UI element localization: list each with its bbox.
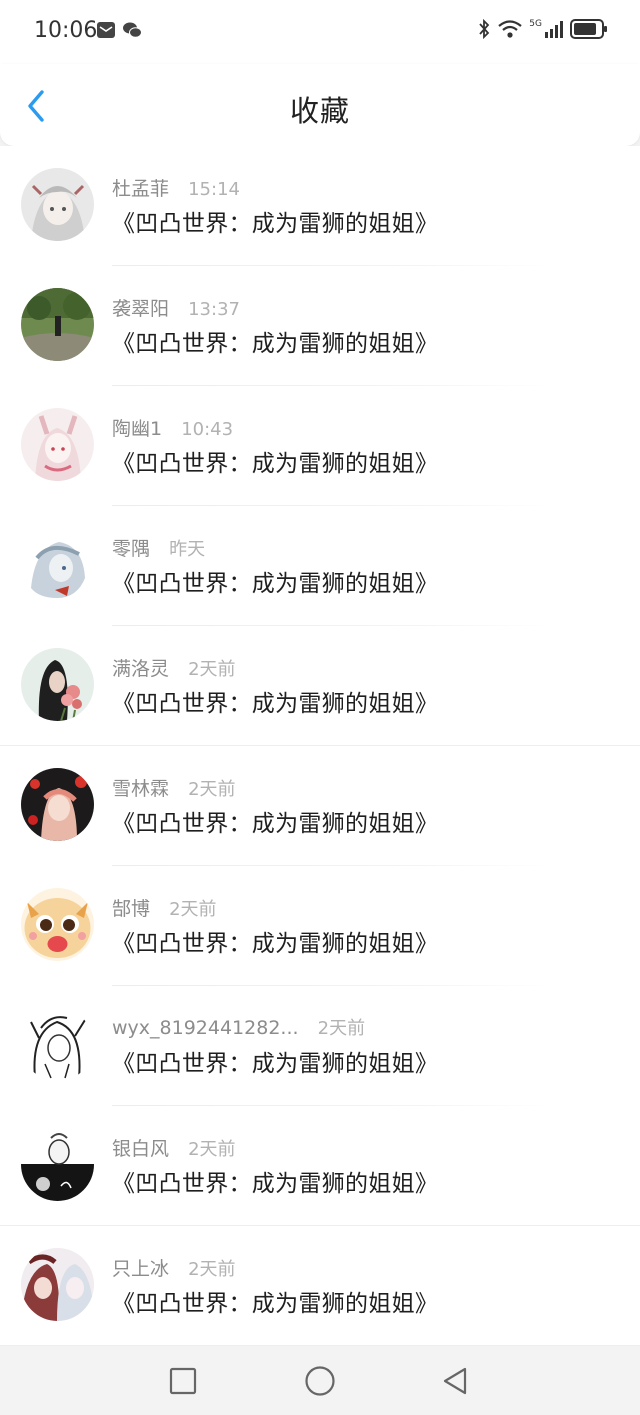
recent-apps-button[interactable] — [165, 1363, 201, 1399]
favorite-item[interactable]: 雪林霖 2天前 《凹凸世界：成为雷狮的姐姐》 — [0, 746, 640, 866]
item-title: 《凹凸世界：成为雷狮的姐姐》 — [112, 931, 439, 957]
avatar[interactable] — [21, 1008, 94, 1081]
status-time: 10:06 — [34, 18, 98, 43]
item-title: 《凹凸世界：成为雷狮的姐姐》 — [112, 1051, 439, 1077]
item-time: 2天前 — [317, 1018, 366, 1039]
favorite-item[interactable]: wyx_8192441282... 2天前 《凹凸世界：成为雷狮的姐姐》 — [0, 986, 640, 1106]
user-name: 郜博 — [112, 898, 151, 920]
favorite-item[interactable]: 郜博 2天前 《凹凸世界：成为雷狮的姐姐》 — [0, 866, 640, 986]
avatar[interactable] — [21, 288, 94, 361]
favorite-item[interactable]: 陶幽1 10:43 《凹凸世界：成为雷狮的姐姐》 — [0, 386, 640, 506]
wechat-icon — [123, 22, 142, 38]
item-title: 《凹凸世界：成为雷狮的姐姐》 — [112, 1171, 439, 1197]
favorite-item[interactable]: 只上冰 2天前 《凹凸世界：成为雷狮的姐姐》 — [0, 1226, 640, 1346]
home-button[interactable] — [302, 1363, 338, 1399]
item-time: 2天前 — [188, 779, 236, 800]
user-name: 雪林霖 — [112, 778, 170, 800]
item-title: 《凹凸世界：成为雷狮的姐姐》 — [112, 331, 439, 357]
item-time: 2天前 — [188, 659, 236, 680]
user-name: 袭翠阳 — [112, 298, 170, 320]
avatar[interactable] — [21, 648, 94, 721]
favorite-item[interactable]: 袭翠阳 13:37 《凹凸世界：成为雷狮的姐姐》 — [0, 266, 640, 386]
item-time: 15:14 — [188, 179, 240, 200]
status-bar: 10:06 5G — [0, 0, 640, 64]
item-time: 2天前 — [169, 899, 217, 920]
avatar[interactable] — [21, 888, 94, 961]
user-name: 杜孟菲 — [112, 178, 170, 200]
network-label: 5G — [529, 19, 542, 29]
item-title: 《凹凸世界：成为雷狮的姐姐》 — [112, 571, 439, 597]
item-title: 《凹凸世界：成为雷狮的姐姐》 — [112, 1291, 439, 1317]
page-title: 收藏 — [289, 94, 350, 128]
recent-apps-square-icon — [169, 1367, 197, 1395]
avatar[interactable] — [21, 408, 94, 481]
item-title: 《凹凸世界：成为雷狮的姐姐》 — [112, 451, 439, 477]
avatar[interactable] — [21, 168, 94, 241]
avatar[interactable] — [21, 1248, 94, 1321]
item-title: 《凹凸世界：成为雷狮的姐姐》 — [112, 211, 439, 237]
wifi-icon — [498, 20, 522, 38]
favorite-item[interactable]: 杜孟菲 15:14 《凹凸世界：成为雷狮的姐姐》 — [0, 146, 640, 266]
favorite-item[interactable]: 满洛灵 2天前 《凹凸世界：成为雷狮的姐姐》 — [0, 626, 640, 746]
item-time: 昨天 — [169, 539, 206, 560]
avatar[interactable] — [21, 768, 94, 841]
header: 收藏 — [0, 64, 640, 146]
user-name: 满洛灵 — [112, 658, 170, 680]
home-circle-icon — [305, 1366, 335, 1396]
item-time: 13:37 — [188, 299, 240, 320]
avatar[interactable] — [21, 1128, 94, 1201]
item-title: 《凹凸世界：成为雷狮的姐姐》 — [112, 811, 439, 837]
battery-icon — [570, 19, 607, 39]
avatar[interactable] — [21, 528, 94, 601]
back-triangle-icon — [443, 1367, 467, 1395]
item-title: 《凹凸世界：成为雷狮的姐姐》 — [112, 691, 439, 717]
system-nav-bar — [0, 1346, 640, 1415]
user-name: 陶幽1 — [112, 418, 163, 440]
item-time: 2天前 — [188, 1139, 236, 1160]
5g-signal-icon: 5G — [529, 19, 564, 39]
item-time: 2天前 — [188, 1259, 236, 1280]
favorites-list: 杜孟菲 15:14 《凹凸世界：成为雷狮的姐姐》 袭翠阳 13:37 《凹凸世界… — [0, 146, 640, 1346]
favorite-item[interactable]: 零隅 昨天 《凹凸世界：成为雷狮的姐姐》 — [0, 506, 640, 626]
back-nav-button[interactable] — [437, 1363, 473, 1399]
user-name: wyx_8192441282... — [112, 1017, 299, 1039]
user-name: 只上冰 — [112, 1258, 170, 1280]
favorite-item[interactable]: 银白风 2天前 《凹凸世界：成为雷狮的姐姐》 — [0, 1106, 640, 1226]
item-time: 10:43 — [181, 419, 234, 440]
user-name: 银白风 — [112, 1138, 170, 1160]
mail-icon — [97, 22, 115, 38]
bluetooth-icon — [479, 18, 490, 40]
user-name: 零隅 — [112, 538, 151, 560]
